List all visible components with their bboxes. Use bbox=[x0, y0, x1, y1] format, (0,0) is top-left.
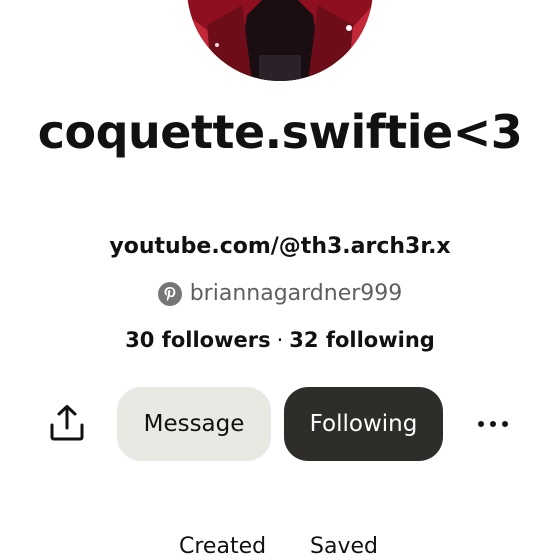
profile-page: coquette.swiftie<3 youtube.com/@th3.arch… bbox=[0, 0, 560, 560]
more-options-button[interactable] bbox=[468, 410, 518, 438]
share-button[interactable] bbox=[44, 401, 90, 445]
username-row: briannagardner999 bbox=[0, 281, 560, 306]
follow-stats: 30 followers · 32 following bbox=[0, 328, 560, 352]
share-icon bbox=[50, 405, 84, 441]
more-icon bbox=[478, 421, 484, 427]
pinterest-icon bbox=[157, 281, 182, 306]
tab-saved[interactable]: Saved bbox=[310, 534, 378, 559]
username-label[interactable]: briannagardner999 bbox=[190, 281, 403, 306]
profile-name: coquette.swiftie<3 bbox=[37, 105, 523, 159]
avatar[interactable] bbox=[187, 0, 373, 81]
following-button-label: Following bbox=[309, 411, 418, 437]
message-button-label: Message bbox=[143, 411, 245, 437]
stats-separator: · bbox=[276, 328, 284, 352]
message-button[interactable]: Message bbox=[117, 387, 271, 461]
following-count[interactable]: 32 following bbox=[289, 328, 435, 352]
more-icon-dot bbox=[490, 421, 496, 427]
following-button[interactable]: Following bbox=[284, 387, 443, 461]
tab-created[interactable]: Created bbox=[179, 534, 266, 559]
more-icon-dot bbox=[502, 421, 508, 427]
avatar-image bbox=[187, 0, 373, 81]
followers-count[interactable]: 30 followers bbox=[125, 328, 270, 352]
website-link[interactable]: youtube.com/@th3.arch3r.x bbox=[0, 234, 560, 259]
